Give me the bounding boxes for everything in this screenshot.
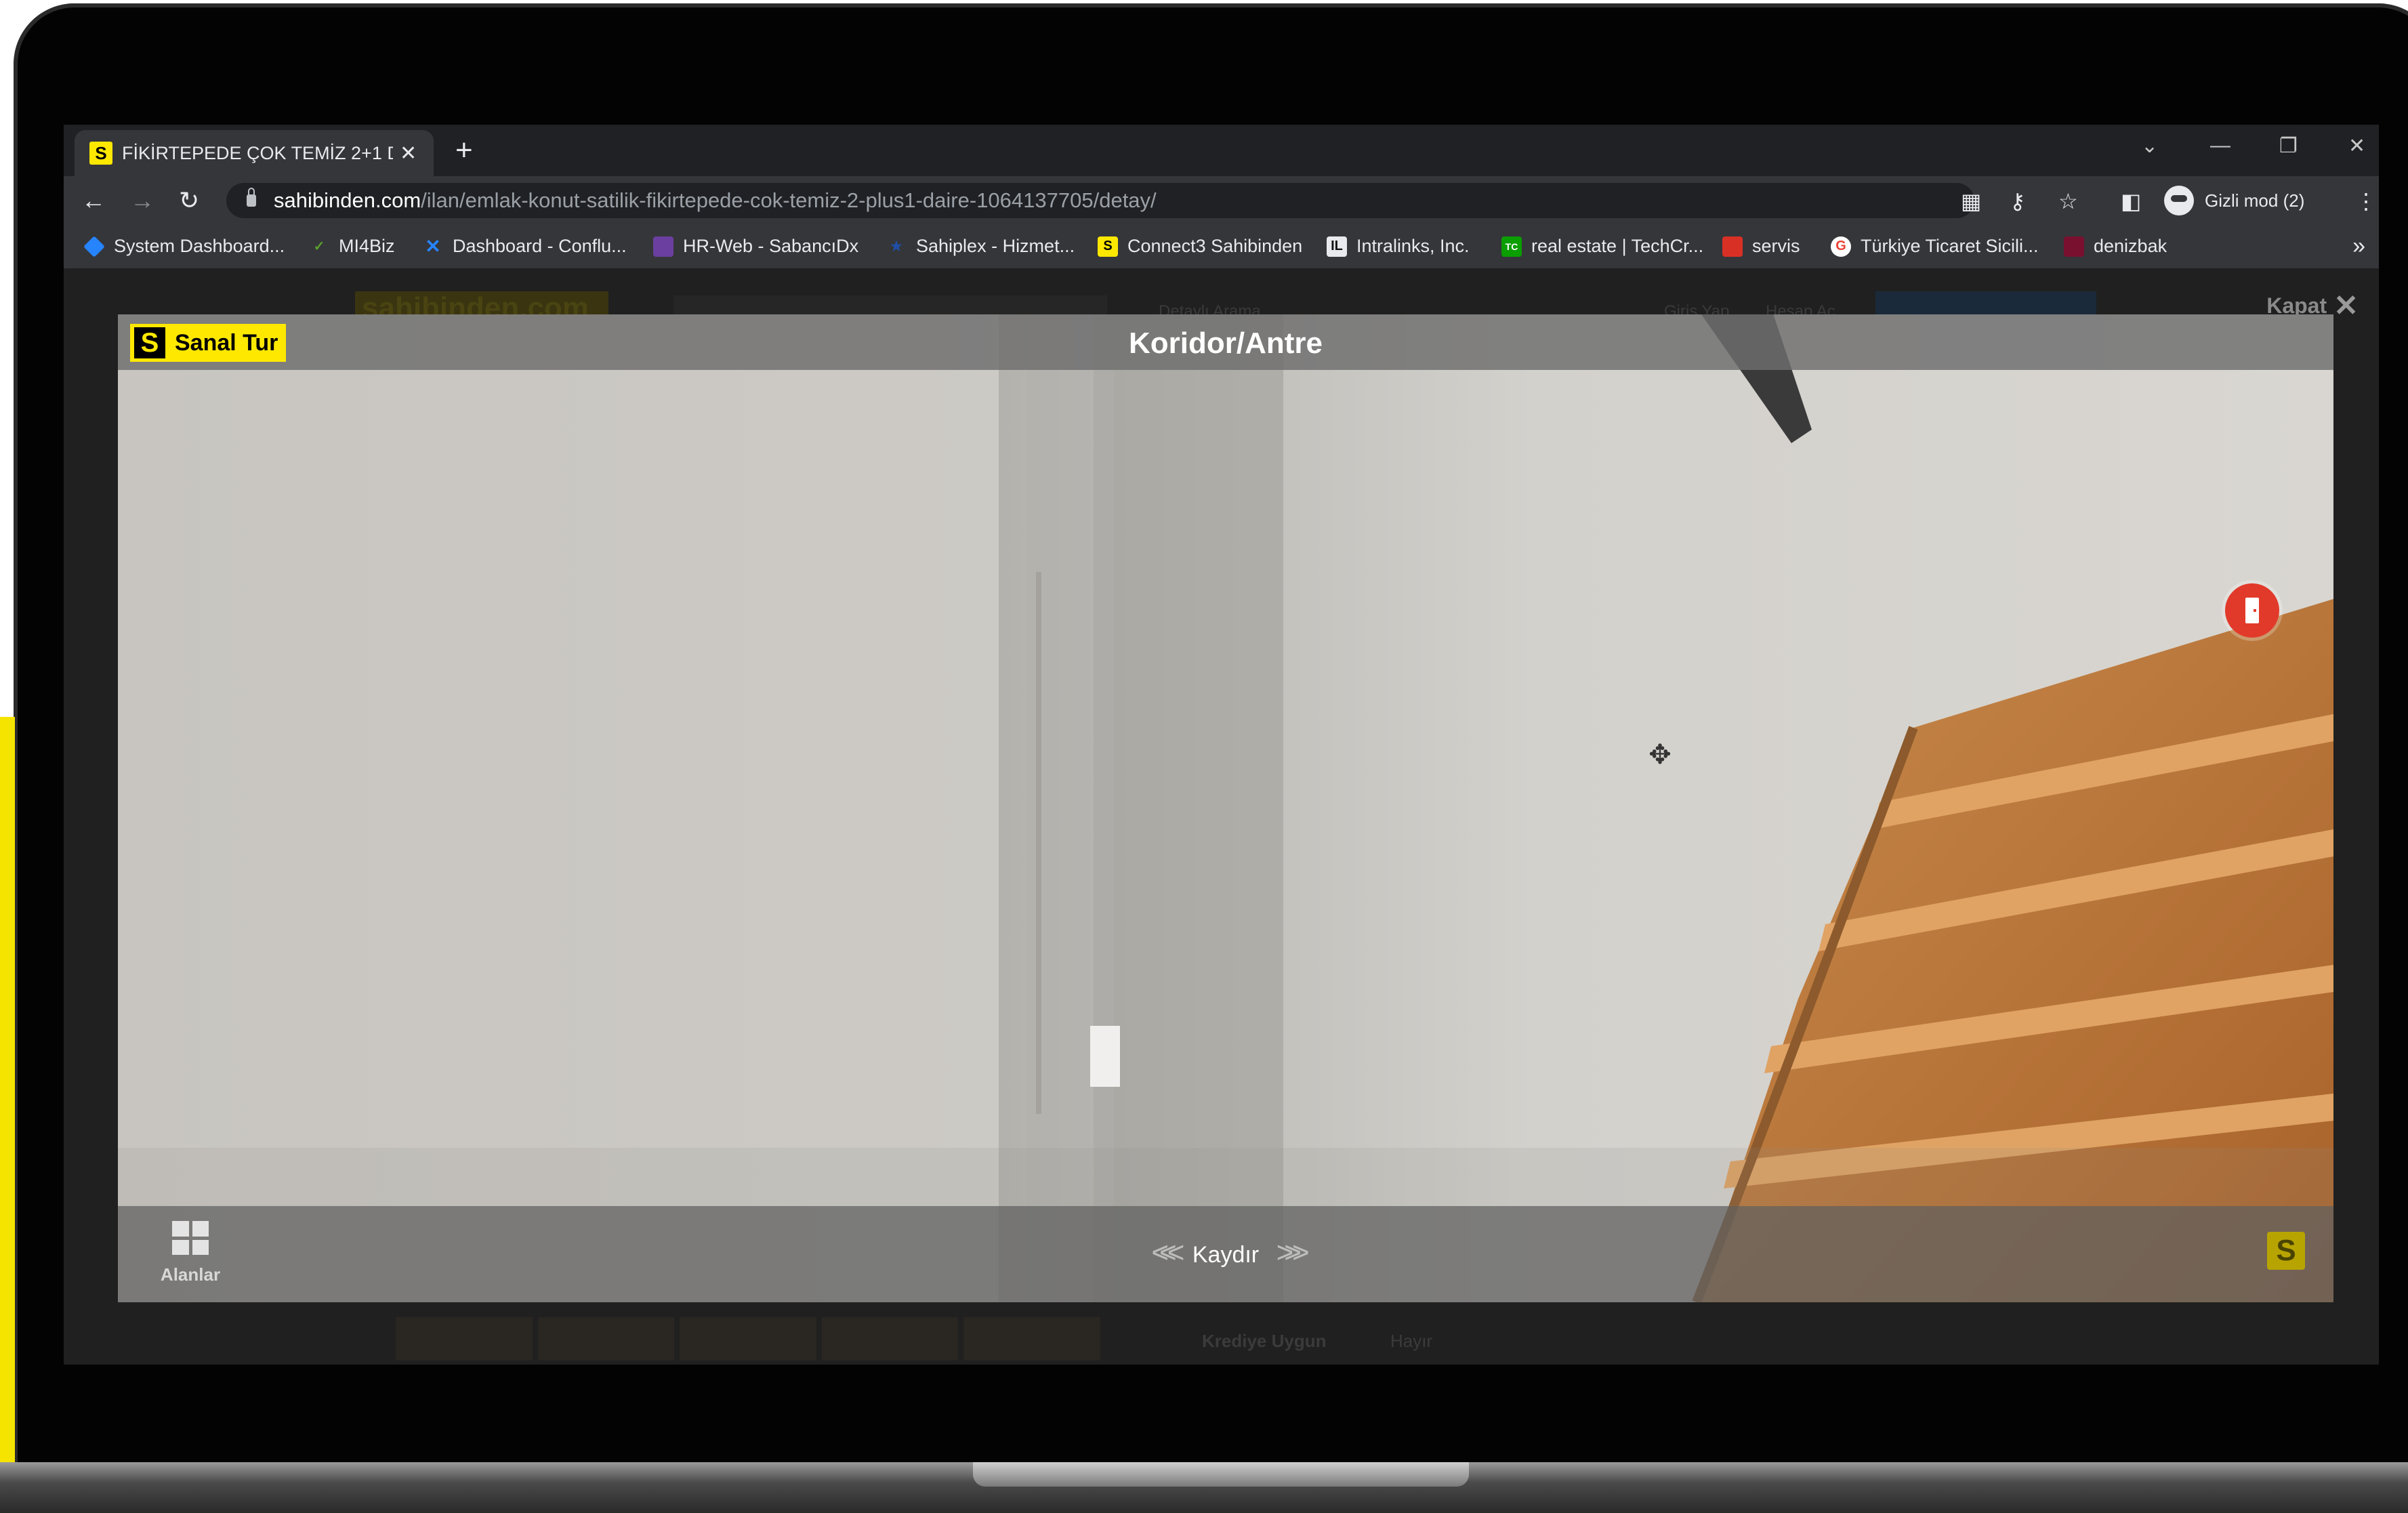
thumbnail: [396, 1317, 533, 1361]
thumbnail: [821, 1317, 959, 1361]
key-icon[interactable]: ⚷: [2010, 188, 2025, 214]
bookmark-label: Dashboard - Conflu...: [453, 236, 627, 256]
qr-code-icon[interactable]: ▦: [1961, 188, 1981, 214]
active-tab[interactable]: S FİKİRTEPEDE ÇOK TEMİZ 2+1 DAİ ✕: [75, 130, 434, 176]
bookmark-label: real estate | TechCr...: [1531, 236, 1704, 256]
door-hotspot-button[interactable]: [2225, 583, 2279, 638]
incognito-icon: [2164, 186, 2194, 215]
bookmark-servis[interactable]: servis: [1722, 236, 1800, 257]
denizbak-icon: [2064, 236, 2084, 257]
back-arrow-icon[interactable]: ←: [81, 188, 106, 213]
address-bar[interactable]: sahibinden.com/ilan/emlak-konut-satilik-…: [226, 183, 1974, 218]
credit-value: Hayır: [1390, 1331, 1433, 1351]
incognito-profile-button[interactable]: Gizli mod (2): [2164, 184, 2304, 217]
bookmark-label: servis: [1752, 236, 1800, 256]
bookmark-label: Sahiplex - Hizmet...: [916, 236, 1075, 256]
bookmark-label: HR-Web - SabancıDx: [683, 236, 859, 256]
reload-icon[interactable]: ↻: [179, 188, 199, 213]
panorama-image[interactable]: [118, 314, 2333, 1302]
bookmark-label: MI4Biz: [339, 236, 395, 256]
virtual-tour-viewer[interactable]: S Sanal Tur Koridor/Antre ✥ Alanlar <<< …: [118, 314, 2333, 1302]
bookmark-label: Intralinks, Inc.: [1356, 236, 1470, 256]
bookmark-ticaret-sicili[interactable]: G Türkiye Ticaret Sicili...: [1831, 236, 2039, 257]
bookmark-denizbak[interactable]: denizbak: [2064, 236, 2167, 257]
bookmark-system-dashboard[interactable]: System Dashboard...: [83, 235, 285, 257]
close-window-button[interactable]: ✕: [2348, 134, 2365, 158]
bookmarks-overflow-icon[interactable]: »: [2352, 233, 2365, 260]
mi4biz-icon: ✓: [313, 239, 325, 254]
restore-button[interactable]: ❐: [2279, 134, 2298, 158]
url-host: sahibinden.com: [274, 188, 421, 212]
scroll-control[interactable]: <<< Kaydır >>>: [118, 1236, 2333, 1270]
tab-bar: S FİKİRTEPEDE ÇOK TEMİZ 2+1 DAİ ✕ + ⌄ — …: [64, 125, 2379, 176]
move-cursor-icon: ✥: [1648, 740, 1672, 770]
side-panel-icon[interactable]: ◧: [2121, 188, 2141, 214]
laptop-notch: [973, 1462, 1469, 1487]
bookmark-label: Connect3 Sahibinden: [1127, 236, 1303, 256]
lock-icon: [247, 188, 256, 207]
bookmark-hrweb[interactable]: HR-Web - SabancıDx: [653, 236, 858, 257]
mail-icon: [1722, 236, 1743, 257]
tab-search-icon[interactable]: ⌄: [2141, 134, 2158, 158]
bookmark-confluence[interactable]: ✕ Dashboard - Conflu...: [423, 236, 627, 257]
bookmark-intralinks[interactable]: IL Intralinks, Inc.: [1327, 236, 1470, 257]
browser-window: S FİKİRTEPEDE ÇOK TEMİZ 2+1 DAİ ✕ + ⌄ — …: [64, 125, 2379, 1365]
bookmark-connect3[interactable]: S Connect3 Sahibinden: [1098, 236, 1302, 257]
bookmarks-bar: System Dashboard... ✓ MI4Biz ✕ Dashboard…: [64, 225, 2379, 269]
sahiplex-icon: ★: [890, 239, 902, 254]
new-tab-button[interactable]: +: [455, 136, 473, 165]
menu-kebab-icon[interactable]: ⋮: [2355, 188, 2377, 214]
credit-label: Krediye Uygun: [1202, 1331, 1327, 1351]
bookmark-label: System Dashboard...: [114, 236, 285, 256]
browser-toolbar: ← → ↻ sahibinden.com/ilan/emlak-konut-sa…: [64, 176, 2379, 225]
room-title: Koridor/Antre: [1129, 327, 1323, 360]
star-bookmark-icon[interactable]: ☆: [2058, 188, 2078, 214]
bookmark-label: Türkiye Ticaret Sicili...: [1861, 236, 2039, 256]
photo-thumbnails: [396, 1317, 1100, 1361]
scroll-right-icon[interactable]: >>>: [1276, 1236, 1310, 1269]
thumbnail: [963, 1317, 1100, 1361]
sahibinden-s-icon: S: [1098, 236, 1118, 257]
thumbnail: [537, 1317, 675, 1361]
tab-close-icon[interactable]: ✕: [400, 142, 417, 165]
scroll-left-icon[interactable]: <<<: [1151, 1236, 1184, 1269]
techcrunch-icon: TC: [1501, 236, 1522, 257]
close-icon: ✕: [2333, 289, 2359, 323]
sahibinden-favicon-icon: S: [89, 142, 112, 165]
bookmark-techcrunch[interactable]: TC real estate | TechCr...: [1501, 236, 1703, 257]
bookmark-mi4biz[interactable]: ✓ MI4Biz: [309, 236, 395, 257]
viewer-footer: Alanlar <<< Kaydır >>> S: [118, 1206, 2333, 1302]
door-icon: [2245, 598, 2259, 623]
forward-arrow-icon[interactable]: →: [130, 188, 154, 213]
url-path: /ilan/emlak-konut-satilik-fikirtepede-co…: [421, 188, 1157, 212]
google-icon: G: [1831, 236, 1851, 257]
sahibinden-footer-logo-icon: S: [2267, 1232, 2305, 1270]
bookmark-sahiplex[interactable]: ★ Sahiplex - Hizmet...: [886, 236, 1075, 257]
bookmark-label: denizbak: [2094, 236, 2167, 256]
jira-diamond-icon: [83, 235, 105, 257]
hrweb-icon: [653, 236, 673, 257]
viewer-header: S Sanal Tur Koridor/Antre: [118, 314, 2333, 370]
minimize-button[interactable]: —: [2210, 134, 2230, 157]
intralinks-icon: IL: [1327, 236, 1347, 257]
scroll-label: Kaydır: [1192, 1242, 1260, 1268]
thumbnail: [680, 1317, 816, 1361]
background-yellow-edge: [0, 717, 15, 1462]
confluence-icon: ✕: [425, 236, 441, 257]
profile-label: Gizli mod (2): [2205, 190, 2305, 211]
tab-title: FİKİRTEPEDE ÇOK TEMİZ 2+1 DAİ: [122, 142, 393, 163]
